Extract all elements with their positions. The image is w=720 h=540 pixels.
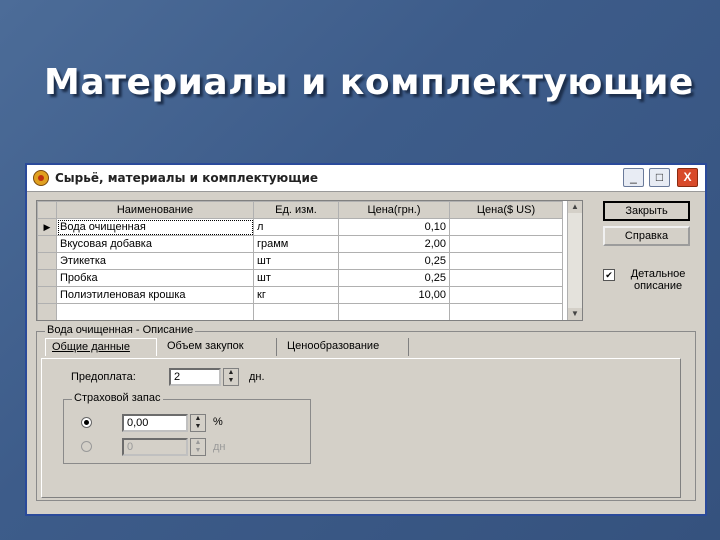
table-row[interactable]: Этикетка шт 0,25 <box>37 252 563 270</box>
cell-price-uah[interactable] <box>338 303 450 320</box>
stepper-up-icon[interactable]: ▲ <box>191 415 205 423</box>
grid-vertical-scrollbar[interactable]: ▲ ▼ <box>567 201 582 320</box>
tab-purchase-volume[interactable]: Объем закупок <box>161 338 277 356</box>
column-header-price-usd[interactable]: Цена($ US) <box>449 201 563 219</box>
row-indicator <box>37 269 57 287</box>
cell-unit[interactable]: л <box>253 218 339 236</box>
stock-days-input[interactable]: 0 <box>122 438 188 456</box>
column-header-price-uah[interactable]: Цена(грн.) <box>338 201 450 219</box>
materials-grid[interactable]: Наименование Ед. изм. Цена(грн.) Цена($ … <box>36 200 583 321</box>
stock-days-unit: дн <box>213 441 226 453</box>
tab-pricing[interactable]: Ценообразование <box>281 338 409 356</box>
cell-name[interactable]: Полиэтиленовая крошка <box>56 286 254 304</box>
stepper-up-icon[interactable]: ▲ <box>224 369 238 377</box>
close-button[interactable]: Закрыть <box>603 201 690 221</box>
stepper-up-icon[interactable]: ▲ <box>191 439 205 447</box>
tab-general-data[interactable]: Общие данные <box>45 338 157 356</box>
cell-price-uah[interactable]: 0,10 <box>338 218 450 236</box>
prepay-days-input[interactable]: 2 <box>169 368 221 386</box>
stepper-down-icon[interactable]: ▼ <box>191 423 205 431</box>
cell-name[interactable]: Пробка <box>56 269 254 287</box>
cell-price-uah[interactable]: 0,25 <box>338 269 450 287</box>
close-window-button[interactable]: X <box>677 168 698 187</box>
stock-days-stepper[interactable]: ▲ ▼ <box>190 438 206 456</box>
window-titlebar: Сырьё, материалы и комплектующие _ □ X <box>27 165 705 192</box>
cell-unit[interactable]: шт <box>253 269 339 287</box>
slide-title: Материалы и комплектующие <box>44 62 694 103</box>
scroll-down-icon[interactable]: ▼ <box>568 308 582 320</box>
cell-unit[interactable]: грамм <box>253 235 339 253</box>
table-row[interactable]: Пробка шт 0,25 <box>37 269 563 287</box>
stock-percent-unit: % <box>213 416 223 428</box>
prepay-unit: дн. <box>249 371 265 383</box>
cell-price-usd[interactable] <box>449 269 563 287</box>
safety-stock-legend: Страховой запас <box>72 392 163 404</box>
window-title: Сырьё, материалы и комплектующие <box>55 171 319 185</box>
cell-name[interactable] <box>56 303 254 320</box>
prepay-days-stepper[interactable]: ▲ ▼ <box>223 368 239 386</box>
table-row-empty[interactable] <box>37 303 563 320</box>
cell-price-usd[interactable] <box>449 286 563 304</box>
grid-corner <box>37 201 57 219</box>
table-row[interactable]: Полиэтиленовая крошка кг 10,00 <box>37 286 563 304</box>
materials-window: Сырьё, материалы и комплектующие _ □ X Н… <box>25 163 707 516</box>
stock-percent-input[interactable]: 0,00 <box>122 414 188 432</box>
description-group-legend: Вода очищенная - Описание <box>45 324 196 336</box>
current-row-indicator: ▶ <box>37 218 57 236</box>
detail-description-label: Детальное описание <box>630 268 686 292</box>
cell-price-uah[interactable]: 0,25 <box>338 252 450 270</box>
stock-days-radio[interactable] <box>81 441 92 452</box>
row-indicator <box>37 235 57 253</box>
cell-price-usd[interactable] <box>449 303 563 320</box>
cell-unit[interactable]: кг <box>253 286 339 304</box>
row-indicator <box>37 303 57 320</box>
cell-price-usd[interactable] <box>449 218 563 236</box>
column-header-unit[interactable]: Ед. изм. <box>253 201 339 219</box>
cell-name[interactable]: Этикетка <box>56 252 254 270</box>
app-icon <box>33 170 49 186</box>
cell-name[interactable]: Вкусовая добавка <box>56 235 254 253</box>
cell-price-usd[interactable] <box>449 235 563 253</box>
row-indicator <box>37 286 57 304</box>
stock-percent-radio[interactable] <box>81 417 92 428</box>
help-button[interactable]: Справка <box>603 226 690 246</box>
stock-percent-stepper[interactable]: ▲ ▼ <box>190 414 206 432</box>
prepay-label: Предоплата: <box>71 371 136 383</box>
detail-description-checkbox[interactable]: ✔ <box>603 269 615 281</box>
table-row[interactable]: Вкусовая добавка грамм 2,00 <box>37 235 563 253</box>
grid-header-row: Наименование Ед. изм. Цена(грн.) Цена($ … <box>37 201 563 219</box>
stepper-down-icon[interactable]: ▼ <box>224 377 238 385</box>
cell-price-uah[interactable]: 10,00 <box>338 286 450 304</box>
cell-name[interactable]: Вода очищенная <box>56 218 254 236</box>
cell-price-usd[interactable] <box>449 252 563 270</box>
cell-unit[interactable]: шт <box>253 252 339 270</box>
stepper-down-icon[interactable]: ▼ <box>191 447 205 455</box>
table-row[interactable]: ▶ Вода очищенная л 0,10 <box>37 218 563 236</box>
row-indicator <box>37 252 57 270</box>
minimize-button[interactable]: _ <box>623 168 644 187</box>
maximize-button[interactable]: □ <box>649 168 670 187</box>
cell-unit[interactable] <box>253 303 339 320</box>
detail-description-toggle[interactable]: ✔ Детальное описание <box>603 268 703 292</box>
scroll-up-icon[interactable]: ▲ <box>568 201 582 213</box>
cell-price-uah[interactable]: 2,00 <box>338 235 450 253</box>
column-header-name[interactable]: Наименование <box>56 201 254 219</box>
